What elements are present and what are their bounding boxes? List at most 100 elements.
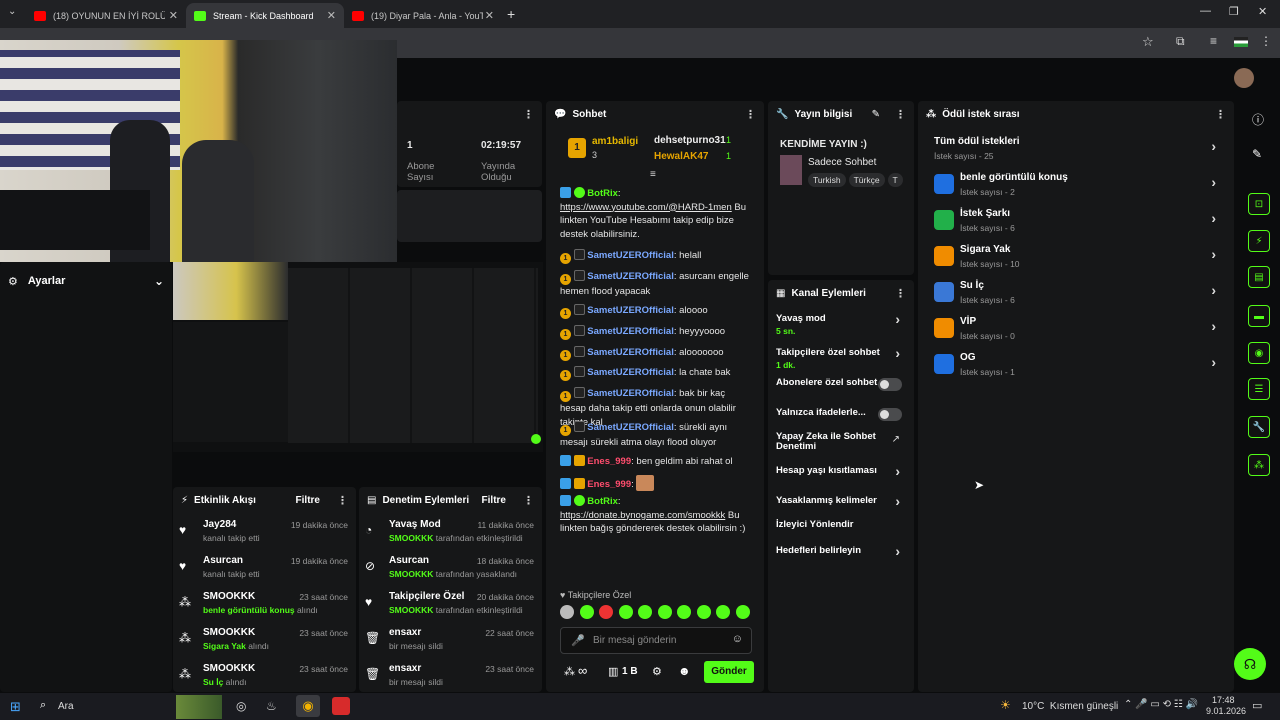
chat-menu-icon[interactable]: ⋮ — [745, 108, 756, 121]
taskbar-app-1-icon[interactable]: ◎ — [236, 699, 246, 713]
chat-username[interactable]: SametUZEROfficial — [587, 305, 674, 316]
chat-username[interactable]: SametUZEROfficial — [587, 271, 674, 282]
close-tab-icon[interactable]: ✕ — [169, 9, 178, 22]
menu-icon[interactable]: ⋮ — [1260, 34, 1272, 48]
chat-username[interactable]: Enes_999 — [587, 479, 631, 490]
edit-icon[interactable]: ✎ — [1252, 147, 1262, 161]
emote-icon[interactable] — [657, 605, 672, 619]
channel-action-item[interactable]: Hedefleri belirleyin › — [776, 543, 906, 572]
toggle-switch[interactable] — [878, 378, 902, 391]
taskbar-search[interactable]: Ara — [58, 701, 74, 712]
pinned-toggle-icon[interactable]: ≡ — [650, 169, 656, 180]
weather-text[interactable]: 10°C Kısmen güneşli — [1022, 701, 1118, 712]
chat-link[interactable]: https://donate.bynogame.com/smookkk — [560, 510, 725, 521]
moderator-name[interactable]: SMOOKKK — [389, 533, 433, 543]
info-icon[interactable]: ⓘ — [1252, 111, 1264, 128]
bolt-rail-button[interactable]: ⚡ — [1248, 230, 1270, 252]
moderation-item[interactable]: ♥ Takipçilere Özel SMOOKKK tarafından etki… — [359, 591, 542, 627]
channel-action-item[interactable]: Abonelere özel sohbet — [776, 378, 906, 404]
chat-username[interactable]: BotRix — [587, 496, 618, 507]
taskbar-search-icon[interactable]: ⌕ — [40, 699, 46, 712]
moderation-filter-button[interactable]: Filtre — [482, 495, 506, 506]
chat-username[interactable]: SametUZEROfficial — [587, 422, 674, 433]
taskbar-steam-icon[interactable]: ♨ — [266, 699, 277, 713]
chat-username[interactable]: SametUZEROfficial — [587, 388, 674, 399]
wrench-rail-button[interactable]: 🔧 — [1248, 416, 1270, 438]
close-tab-icon[interactable]: ✕ — [327, 9, 336, 22]
activity-user[interactable]: SMOOKKK — [203, 663, 255, 674]
chat-username[interactable]: SametUZEROfficial — [587, 326, 674, 337]
channel-action-item[interactable]: İzleyici Yönlendir — [776, 520, 906, 546]
taskbar-app-2-icon[interactable] — [332, 697, 350, 715]
tab-search-icon[interactable]: ⌄ — [8, 6, 16, 17]
all-rewards-row[interactable]: Tüm ödül istekleri İstek sayısı - 25 › — [926, 134, 1226, 168]
external-link-icon[interactable]: ↗ — [892, 434, 900, 445]
profile-flag-icon[interactable] — [1234, 37, 1248, 47]
activity-filter-button[interactable]: Filtre — [296, 495, 320, 506]
moderation-item[interactable]: 🗑 ensaxr bir mesajı sildi 22 saat önce — [359, 627, 542, 663]
moderator-name[interactable]: SMOOKKK — [389, 605, 433, 615]
bot-icon[interactable]: ☻ — [678, 664, 691, 678]
send-button[interactable]: Gönder — [704, 661, 754, 683]
clipboard-rail-button[interactable]: ▤ — [1248, 266, 1270, 288]
emote-icon[interactable] — [716, 605, 730, 619]
emote-icon[interactable] — [638, 605, 652, 619]
category-name[interactable]: Sadece Sohbet — [808, 157, 876, 168]
emote-icon[interactable] — [677, 605, 691, 619]
activity-user[interactable]: Asurcan — [203, 555, 243, 566]
stream-tag[interactable]: Türkçe — [848, 173, 885, 187]
activity-user[interactable]: SMOOKKK — [203, 591, 255, 602]
chat-settings-icon[interactable]: ⚙ — [652, 665, 662, 678]
activity-user[interactable]: Jay284 — [203, 519, 236, 530]
activity-user[interactable]: SMOOKKK — [203, 627, 255, 638]
chevron-right-icon[interactable]: › — [1211, 354, 1216, 370]
chevron-right-icon[interactable]: › — [895, 311, 900, 327]
notification-icon[interactable]: ▭ — [1252, 699, 1262, 712]
stream-tag[interactable]: Turkish — [808, 173, 846, 187]
bookmark-star-icon[interactable]: ☆ — [1142, 34, 1154, 50]
tray-icons[interactable]: ⌃ 🎤 ▭ ⟲ ☷ 🔊 — [1124, 699, 1198, 710]
restore-icon[interactable]: ❐ — [1229, 5, 1239, 18]
browser-tab-youtube-1[interactable]: (18) OYUNUN EN İYİ ROLÜ!! BO ✕ — [26, 3, 186, 28]
activity-item[interactable]: ⁂ SMOOKKK Sigara Yak alındı 23 saat önce — [173, 627, 356, 663]
windows-start-icon[interactable]: ⊞ — [10, 699, 21, 715]
layout-rail-button[interactable]: ☰ — [1248, 378, 1270, 400]
minimize-icon[interactable]: — — [1200, 5, 1211, 17]
chat-username[interactable]: BotRix — [587, 188, 618, 199]
reward-row[interactable]: VİP İstek sayısı - 0 › — [926, 314, 1226, 348]
chevron-right-icon[interactable]: › — [895, 463, 900, 479]
chevron-right-icon[interactable]: › — [1211, 210, 1216, 226]
moderator-name[interactable]: SMOOKKK — [389, 569, 433, 579]
moderation-item[interactable]: ⊘ Asurcan SMOOKKK tarafından yasaklandı 18 … — [359, 555, 542, 591]
taskbar-chrome-icon[interactable]: ◉ — [296, 695, 320, 717]
chevron-down-icon[interactable]: ⌄ — [154, 274, 164, 288]
leader-1-name[interactable]: am1baligi — [592, 136, 638, 147]
reward-row[interactable]: benle görüntülü konuş İstek sayısı - 2 › — [926, 170, 1226, 204]
chat-username[interactable]: SametUZEROfficial — [587, 347, 674, 358]
broadcast-rail-button[interactable]: ◉ — [1248, 342, 1270, 364]
moderation-item[interactable]: ◔ Yavaş Mod SMOOKKK tarafından etkinleştir… — [359, 519, 542, 555]
emote-icon[interactable] — [618, 605, 633, 619]
new-tab-button[interactable]: + — [507, 6, 515, 22]
emote-icon[interactable] — [696, 605, 711, 619]
close-tab-icon[interactable]: ✕ — [485, 9, 494, 22]
channel-action-item[interactable]: Yapay Zeka ile Sohbet Denetimi ↗ — [776, 432, 906, 458]
support-chat-button[interactable]: ☊ — [1234, 648, 1266, 680]
clock-date[interactable]: 9.01.2026 — [1206, 706, 1246, 716]
reward-row[interactable]: Su İç İstek sayısı - 6 › — [926, 278, 1226, 312]
activity-item[interactable]: ♥ Asurcan kanalı takip etti 19 dakika önce — [173, 555, 356, 591]
screenshot-rail-button[interactable]: ⊡ — [1248, 193, 1270, 215]
reward-row[interactable]: Sigara Yak İstek sayısı - 10 › — [926, 242, 1226, 276]
leader-2-name[interactable]: dehsetpurno31 — [654, 135, 726, 146]
activity-menu-icon[interactable]: ⋮ — [337, 494, 348, 507]
chevron-right-icon[interactable]: › — [1211, 282, 1216, 298]
chat-input[interactable]: 🎤 Bir mesaj gönderin ☺ — [560, 627, 752, 654]
close-window-icon[interactable]: ✕ — [1258, 5, 1267, 18]
stream-tag[interactable]: T — [887, 173, 903, 187]
chevron-right-icon[interactable]: › — [895, 493, 900, 509]
toggle-switch[interactable] — [878, 408, 902, 421]
viewer-store-icon[interactable]: ▥ — [608, 665, 618, 678]
rewards-rail-button[interactable]: ⁂ — [1248, 454, 1270, 476]
chat-username[interactable]: Enes_999 — [587, 456, 631, 467]
edit-pencil-icon[interactable]: ✎ — [872, 109, 880, 120]
